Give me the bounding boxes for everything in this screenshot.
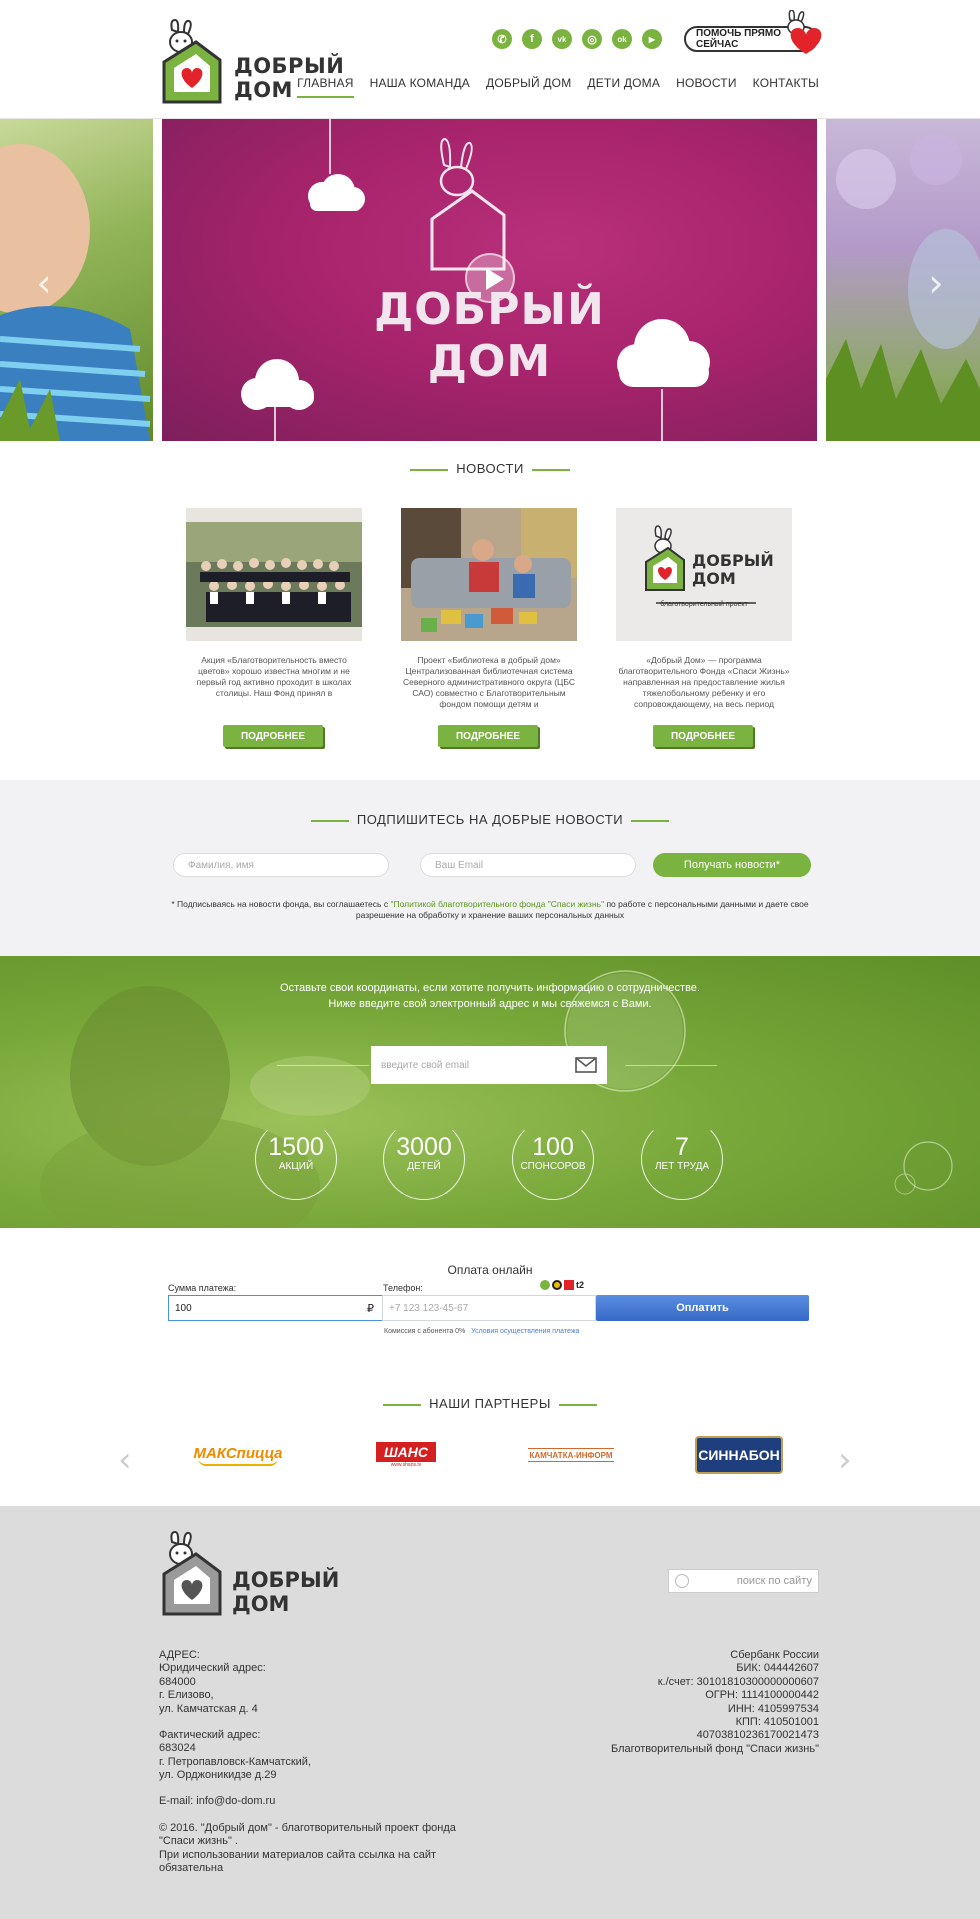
payment-note: Комиссия с абонента 0% Условия осуществл… bbox=[384, 1328, 580, 1335]
stat-actions: 1500 АКЦИЙ bbox=[255, 1118, 337, 1200]
slide-next-image[interactable]: › bbox=[826, 119, 980, 441]
partner-logo-kamchatka-inform[interactable]: КАМЧАТКА-ИНФОРМ bbox=[528, 1448, 614, 1462]
nav-item-children[interactable]: ДЕТИ ДОМА bbox=[587, 76, 660, 98]
nav-item-team[interactable]: НАША КОМАНДА bbox=[370, 76, 470, 98]
stat-children: 3000 ДЕТЕЙ bbox=[383, 1118, 465, 1200]
site-header: ДОБРЫЙ ДОМ ✆ f vk ◎ ok ▶ ПОМОЧЬ ПРЯМО СЕЙ… bbox=[0, 0, 980, 119]
news-more-button[interactable]: ПОДРОБНЕЕ bbox=[223, 725, 323, 747]
bunny-heart-icon bbox=[787, 10, 822, 54]
ruble-icon: ₽ bbox=[367, 1303, 374, 1315]
nav-item-home[interactable]: ГЛАВНАЯ bbox=[297, 76, 354, 98]
news-excerpt: Проект «Библиотека в добрый дом» Централ… bbox=[403, 655, 575, 709]
beeline-icon bbox=[552, 1280, 562, 1290]
legal-address: АДРЕС: Юридический адрес: 684000 г. Елиз… bbox=[159, 1649, 266, 1715]
news-section-title: НОВОСТИ bbox=[0, 461, 980, 476]
cooperation-text: Оставьте свои координаты, если хотите по… bbox=[280, 982, 700, 1010]
news-image-library-photo[interactable] bbox=[401, 508, 577, 641]
cooperation-email-input[interactable]: введите свой email bbox=[371, 1046, 607, 1084]
envelope-icon[interactable] bbox=[575, 1057, 597, 1073]
phone-input[interactable]: +7 123 123-45-67 bbox=[382, 1295, 596, 1321]
subscribe-note: * Подписываясь на новости фонда, вы согл… bbox=[171, 899, 809, 920]
partner-logo-maxpizza[interactable]: МАКСпицца bbox=[193, 1433, 283, 1477]
slider-next-arrow[interactable]: › bbox=[922, 263, 950, 303]
main-nav: ГЛАВНАЯ НАША КОМАНДА ДОБРЫЙ ДОМ ДЕТИ ДОМ… bbox=[297, 76, 819, 98]
partner-logo-shans[interactable]: ШАНС www.shans.tv bbox=[370, 1433, 442, 1477]
slider-prev-arrow[interactable]: ‹ bbox=[30, 263, 58, 303]
copyright: © 2016. "Добрый дом" - благотворительный… bbox=[159, 1822, 456, 1875]
nav-item-contacts[interactable]: КОНТАКТЫ bbox=[753, 76, 819, 98]
bunny-house-icon bbox=[162, 18, 222, 104]
news-excerpt: «Добрый Дом» — программа благотворительн… bbox=[618, 655, 790, 709]
youtube-icon[interactable]: ▶ bbox=[642, 29, 662, 49]
news-image-class-photo[interactable] bbox=[186, 508, 362, 641]
stat-sponsors: 100 СПОНСОРОВ bbox=[512, 1118, 594, 1200]
vk-icon[interactable]: vk bbox=[552, 29, 572, 49]
mts-icon bbox=[564, 1280, 574, 1290]
actual-address: Фактический адрес: 683024 г. Петропавлов… bbox=[159, 1729, 312, 1782]
pay-button[interactable]: Оплатить bbox=[596, 1295, 809, 1321]
slide-prev-image[interactable]: ‹ bbox=[0, 119, 153, 441]
partners-prev-arrow[interactable]: ‹ bbox=[118, 1440, 132, 1480]
partners-title: НАШИ ПАРТНЕРЫ bbox=[0, 1396, 980, 1411]
subscribe-button[interactable]: Получать новости* bbox=[653, 853, 811, 877]
site-search-input[interactable]: поиск по сайту bbox=[668, 1569, 819, 1593]
subscribe-title: ПОДПИШИТЕСЬ НА ДОБРЫЕ НОВОСТИ bbox=[0, 812, 980, 827]
bank-details: Сбербанк России БИК: 044442607 к./счет: … bbox=[610, 1649, 819, 1755]
partners-next-arrow[interactable]: › bbox=[838, 1440, 852, 1480]
payment-title: Оплата онлайн bbox=[447, 1263, 533, 1277]
operator-logos: t2 bbox=[540, 1280, 584, 1290]
subscribe-name-input[interactable]: Фамилия, имя bbox=[173, 853, 389, 877]
site-footer bbox=[0, 1506, 980, 1919]
partner-logo-cinnabon[interactable]: СИННАБОН bbox=[695, 1436, 783, 1474]
nav-item-news[interactable]: НОВОСТИ bbox=[676, 76, 737, 98]
hero-slider: ‹ ДОБРЫЙ ДОМ › bbox=[0, 119, 980, 441]
slide-main-video[interactable]: ДОБРЫЙ ДОМ bbox=[162, 119, 817, 441]
megafon-icon bbox=[540, 1280, 550, 1290]
news-logo-caption: благотворительный проект bbox=[660, 601, 748, 608]
nav-item-good-house[interactable]: ДОБРЫЙ ДОМ bbox=[486, 76, 571, 98]
whatsapp-icon[interactable]: ✆ bbox=[492, 29, 512, 49]
privacy-policy-link[interactable]: "Политикой благотворительного фонда "Спа… bbox=[390, 899, 604, 909]
news-logo-text: ДОБРЫЙ ДОМ bbox=[692, 551, 774, 588]
news-image-logo[interactable]: ДОБРЫЙ ДОМ благотворительный проект bbox=[616, 508, 792, 641]
search-icon[interactable] bbox=[675, 1574, 689, 1588]
divider bbox=[625, 1065, 717, 1066]
news-card: ДОБРЫЙ ДОМ благотворительный проект «Добр… bbox=[616, 508, 792, 747]
footer-email[interactable]: E-mail: info@do-dom.ru bbox=[159, 1795, 275, 1808]
news-more-button[interactable]: ПОДРОБНЕЕ bbox=[653, 725, 753, 747]
stat-years: 7 ЛЕТ ТРУДА bbox=[641, 1118, 723, 1200]
boy-photo bbox=[0, 144, 151, 441]
cooperation-banner: Оставьте свои координаты, если хотите по… bbox=[0, 956, 980, 1228]
news-excerpt: Акция «Благотворительность вместо цветов… bbox=[196, 655, 352, 698]
facebook-icon[interactable]: f bbox=[522, 29, 542, 49]
footer-logo-icon[interactable] bbox=[158, 1530, 234, 1620]
footer-logo-text: ДОБРЫЙ ДОМ bbox=[232, 1568, 340, 1616]
phone-label: Телефон: bbox=[383, 1283, 423, 1293]
amount-label: Сумма платежа: bbox=[168, 1283, 237, 1293]
divider bbox=[277, 1065, 369, 1066]
amount-input[interactable]: 100 ₽ bbox=[168, 1295, 383, 1321]
payment-terms-link[interactable]: Условия осуществления платежа bbox=[471, 1328, 579, 1335]
site-logo[interactable]: ДОБРЫЙ ДОМ bbox=[158, 18, 344, 108]
subscribe-email-input[interactable]: Ваш Email bbox=[420, 853, 636, 877]
slide-title-line1: ДОБРЫЙ bbox=[374, 284, 605, 335]
slide-title-line2: ДОМ bbox=[427, 336, 552, 387]
news-card: Проект «Библиотека в добрый дом» Централ… bbox=[401, 508, 577, 747]
social-links: ✆ f vk ◎ ok ▶ bbox=[492, 29, 662, 49]
odnoklassniki-icon[interactable]: ok bbox=[612, 29, 632, 49]
news-card: Акция «Благотворительность вместо цветов… bbox=[186, 508, 362, 747]
tele2-icon: t2 bbox=[576, 1280, 585, 1290]
flowers-photo bbox=[826, 133, 980, 441]
instagram-icon[interactable]: ◎ bbox=[582, 29, 602, 49]
news-more-button[interactable]: ПОДРОБНЕЕ bbox=[438, 725, 538, 747]
